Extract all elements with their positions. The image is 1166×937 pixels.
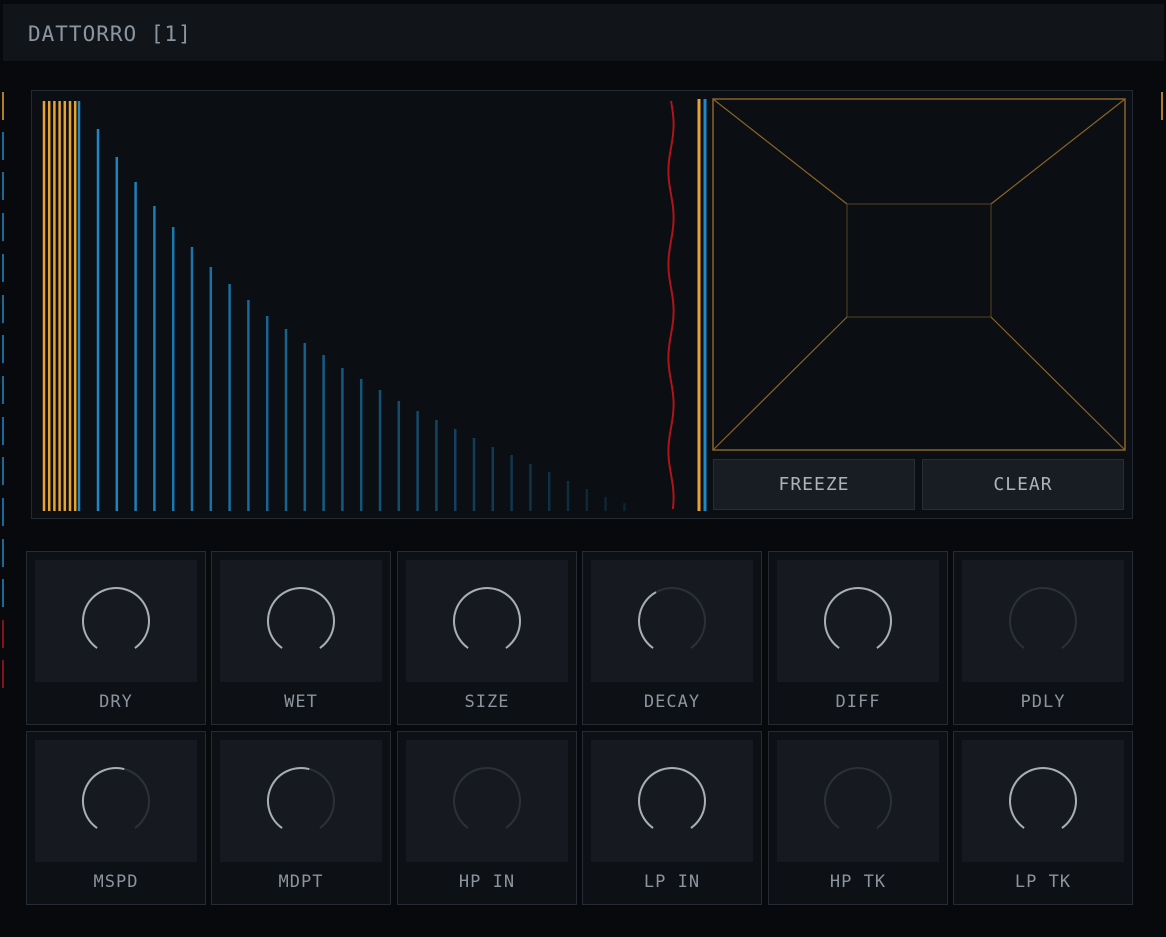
knob-dial[interactable]	[962, 560, 1124, 682]
room-back-wall	[846, 203, 992, 318]
knob-dial[interactable]	[406, 560, 568, 682]
knob-label: LP IN	[643, 872, 701, 892]
knob-dial[interactable]	[777, 560, 939, 682]
room-edge	[712, 316, 848, 451]
knob-face[interactable]	[591, 560, 753, 682]
window-title: DATTORRO [1]	[28, 22, 192, 46]
knob-dry[interactable]: DRY	[26, 551, 206, 725]
knob-face[interactable]	[777, 740, 939, 862]
knob-dial[interactable]	[406, 740, 568, 862]
knob-value-arc	[824, 587, 892, 649]
knob-mspd[interactable]: MSPD	[26, 731, 206, 905]
room-edge	[712, 98, 848, 205]
knob-value-arc	[267, 767, 310, 829]
left-meter	[2, 92, 4, 688]
knob-value-arc	[638, 591, 657, 649]
knob-dial[interactable]	[220, 560, 382, 682]
knob-label: DIFF	[835, 692, 881, 712]
knob-label: HP IN	[458, 872, 516, 892]
knob-face[interactable]	[220, 740, 382, 862]
knob-value-arc	[1009, 767, 1077, 829]
knob-dial[interactable]	[591, 560, 753, 682]
knob-face[interactable]	[220, 560, 382, 682]
knob-label: DECAY	[643, 692, 701, 712]
knob-size[interactable]: SIZE	[397, 551, 577, 725]
knob-pdly[interactable]: PDLY	[953, 551, 1133, 725]
knob-hpin[interactable]: HP IN	[397, 731, 577, 905]
room-edge	[990, 98, 1126, 205]
knob-hptk[interactable]: HP TK	[768, 731, 948, 905]
knob-label: MDPT	[278, 872, 324, 892]
clear-button[interactable]: CLEAR	[922, 459, 1124, 510]
room-visualizer[interactable]	[712, 98, 1126, 451]
title-bar: DATTORRO [1]	[3, 4, 1164, 61]
knob-face[interactable]	[962, 740, 1124, 862]
knob-label: DRY	[99, 692, 133, 712]
knob-value-arc	[453, 587, 521, 649]
knob-track	[453, 767, 521, 829]
knob-dial[interactable]	[220, 740, 382, 862]
knob-label: MSPD	[93, 872, 139, 892]
knob-dial[interactable]	[35, 560, 197, 682]
knob-track	[1009, 587, 1077, 649]
knob-label: HP TK	[829, 872, 887, 892]
knob-label: WET	[284, 692, 318, 712]
knob-face[interactable]	[406, 560, 568, 682]
knob-dial[interactable]	[777, 740, 939, 862]
knob-mdpt[interactable]: MDPT	[211, 731, 391, 905]
freeze-button[interactable]: FREEZE	[713, 459, 915, 510]
room-edge	[990, 316, 1126, 451]
room-outer	[712, 98, 1126, 451]
knob-label: PDLY	[1020, 692, 1066, 712]
knob-label: LP TK	[1014, 872, 1072, 892]
knob-face[interactable]	[406, 740, 568, 862]
right-meter	[1161, 92, 1163, 120]
knob-lpin[interactable]: LP IN	[582, 731, 762, 905]
knob-dial[interactable]	[962, 740, 1124, 862]
knob-dial[interactable]	[591, 740, 753, 862]
impulse-response-display	[42, 99, 707, 511]
knob-decay[interactable]: DECAY	[582, 551, 762, 725]
knob-label: SIZE	[464, 692, 510, 712]
knob-track	[824, 767, 892, 829]
knob-value-arc	[82, 587, 150, 649]
knob-value-arc	[82, 767, 125, 829]
knob-face[interactable]	[777, 560, 939, 682]
waveform-line	[667, 100, 675, 510]
knob-face[interactable]	[591, 740, 753, 862]
knob-wet[interactable]: WET	[211, 551, 391, 725]
knob-dial[interactable]	[35, 740, 197, 862]
knob-face[interactable]	[962, 560, 1124, 682]
knob-lptk[interactable]: LP TK	[953, 731, 1133, 905]
knob-face[interactable]	[35, 560, 197, 682]
knob-diff[interactable]: DIFF	[768, 551, 948, 725]
knob-value-arc	[638, 767, 706, 829]
knob-value-arc	[267, 587, 335, 649]
knob-face[interactable]	[35, 740, 197, 862]
